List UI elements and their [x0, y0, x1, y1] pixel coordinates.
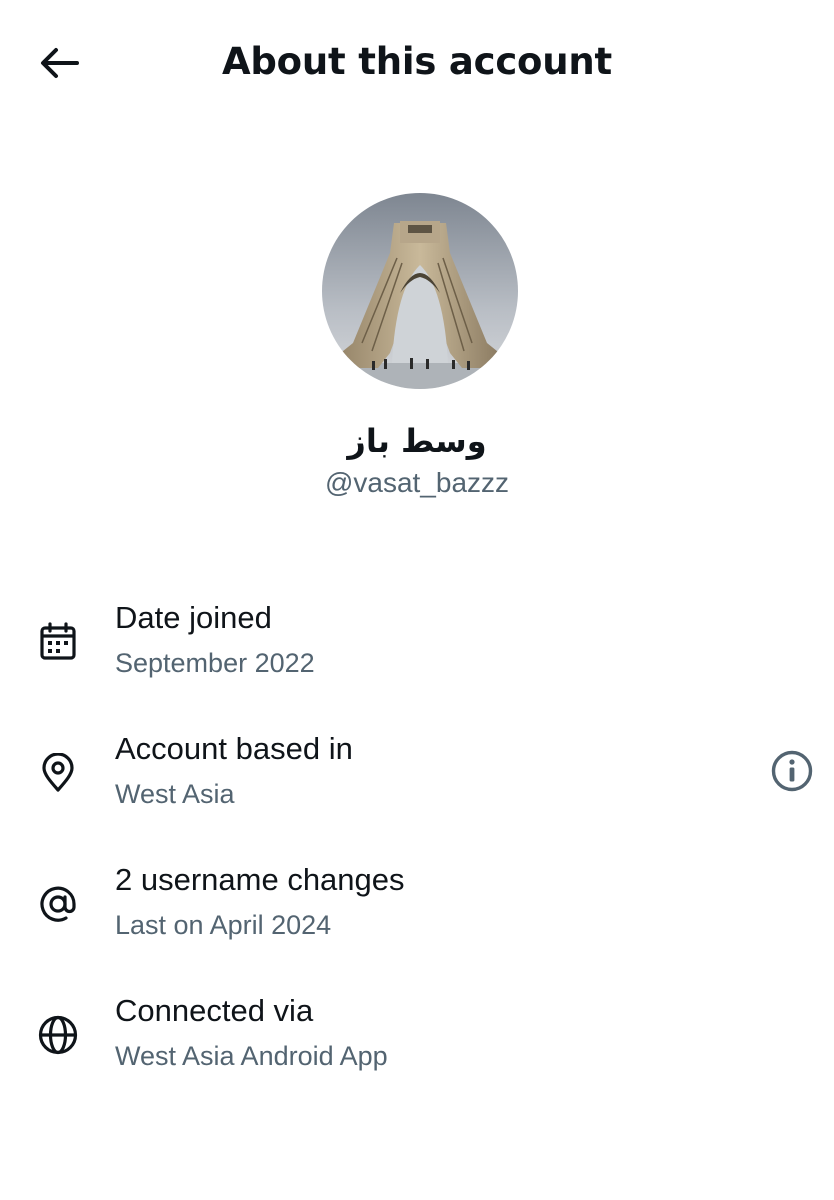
account-based-in-title: Account based in [115, 731, 353, 766]
avatar[interactable] [322, 193, 518, 389]
header: About this account [0, 0, 834, 126]
page-title: About this account [221, 40, 613, 83]
azadi-tower-avatar [322, 193, 518, 389]
info-icon [771, 750, 813, 792]
connected-via-value: West Asia Android App [115, 1041, 388, 1071]
username-changes-value: Last on April 2024 [115, 910, 332, 940]
date-joined-title: Date joined [115, 600, 272, 635]
globe-icon [34, 1011, 82, 1059]
at-sign-icon [34, 880, 82, 928]
username-changes-title: 2 username changes [115, 862, 405, 897]
username-changes-row: 2 username changes Last on April 2024 [0, 858, 834, 968]
connected-via-row: Connected via West Asia Android App [0, 989, 834, 1099]
location-pin-icon [34, 749, 82, 797]
date-joined-value: September 2022 [115, 648, 315, 678]
connected-via-title: Connected via [115, 993, 314, 1028]
date-joined-row: Date joined September 2022 [0, 596, 834, 706]
calendar-icon [34, 618, 82, 666]
info-button[interactable] [768, 747, 816, 795]
display-name: وسط باز [347, 422, 487, 460]
username-handle: @vasat_bazzz [324, 467, 510, 498]
account-based-in-row: Account based in West Asia [0, 727, 834, 837]
about-account-page: About this account وسط باز @vasat_bazzz … [0, 0, 834, 1200]
account-based-in-value: West Asia [115, 779, 235, 809]
